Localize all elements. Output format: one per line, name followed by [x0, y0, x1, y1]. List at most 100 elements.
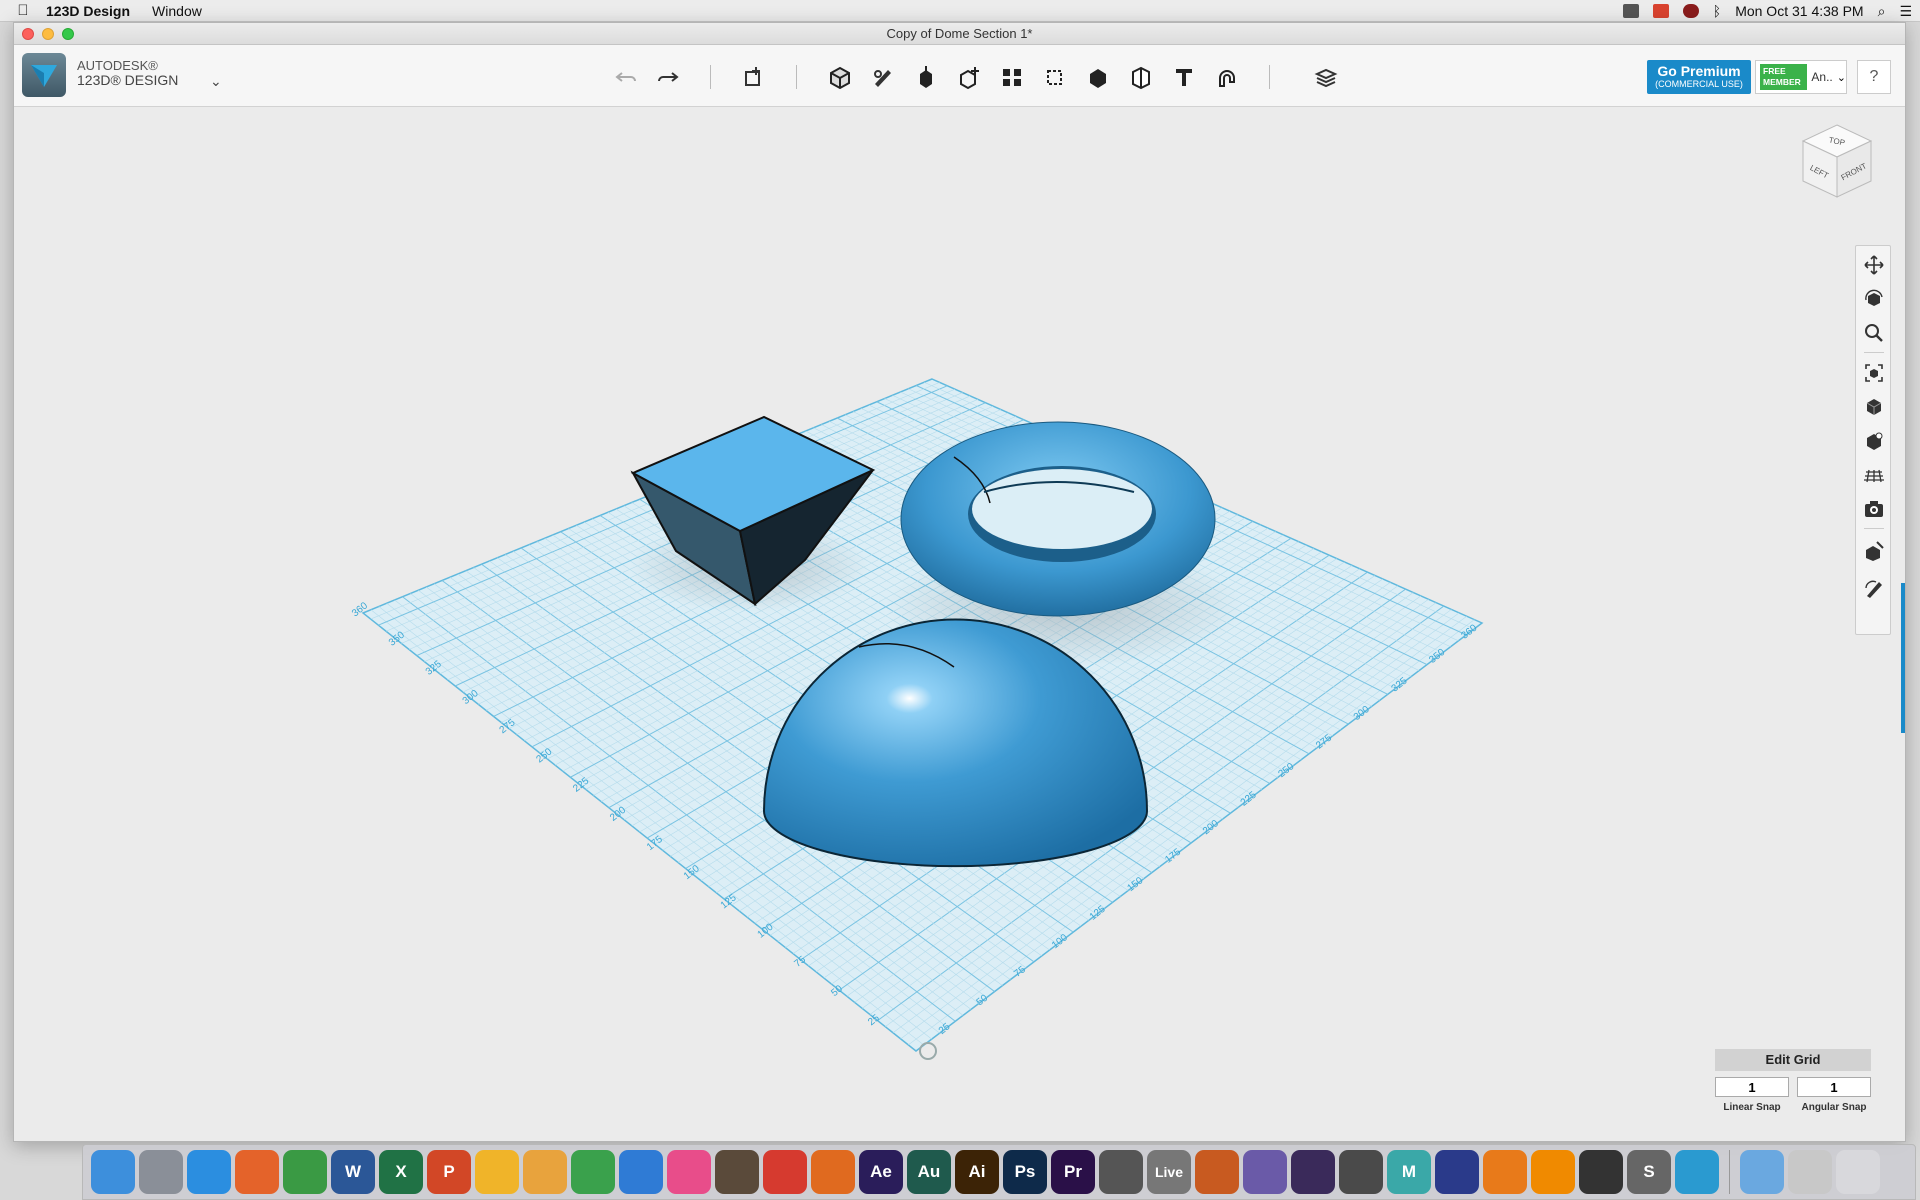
combine-button[interactable]: [1083, 63, 1113, 91]
dock-chrome-icon[interactable]: [283, 1150, 327, 1194]
visibility-button[interactable]: [1861, 428, 1887, 454]
dock-123d-design-icon[interactable]: [1675, 1150, 1719, 1194]
measure-button[interactable]: [1126, 63, 1156, 91]
dock-safari-icon[interactable]: [187, 1150, 231, 1194]
view-cube[interactable]: TOP LEFT FRONT: [1797, 119, 1877, 203]
notification-center-icon[interactable]: ☰: [1899, 3, 1912, 20]
view-mode-button[interactable]: [1861, 394, 1887, 420]
app-logo-icon[interactable]: [22, 53, 66, 97]
dock-reason-icon[interactable]: [1195, 1150, 1239, 1194]
dock-launchpad-icon[interactable]: [139, 1150, 183, 1194]
spotlight-icon[interactable]: ⌕: [1878, 3, 1886, 20]
grouping-button[interactable]: [1040, 63, 1070, 91]
dock-final-cut-icon[interactable]: [1099, 1150, 1143, 1194]
dock-motion-icon[interactable]: [1339, 1150, 1383, 1194]
dock-vlc-icon[interactable]: [1531, 1150, 1575, 1194]
go-premium-button[interactable]: Go Premium (COMMERCIAL USE): [1647, 60, 1751, 94]
clock[interactable]: Mon Oct 31 4:38 PM: [1735, 3, 1863, 19]
tray-office-icon[interactable]: [1652, 4, 1669, 18]
dock-ableton-live-icon[interactable]: Live: [1147, 1150, 1191, 1194]
screenshot-button[interactable]: [1861, 496, 1887, 522]
dock-photos-icon[interactable]: [475, 1150, 519, 1194]
sketch-button[interactable]: [868, 63, 898, 91]
material-button[interactable]: [1861, 538, 1887, 564]
dock-garageband-icon[interactable]: [715, 1150, 759, 1194]
premium-label: Go Premium: [1657, 63, 1741, 79]
fit-button[interactable]: [1861, 360, 1887, 386]
dock-powerpoint-icon[interactable]: P: [427, 1150, 471, 1194]
dock-excel-icon[interactable]: X: [379, 1150, 423, 1194]
tray-app-icon[interactable]: [1622, 4, 1639, 18]
dock-audition-icon[interactable]: Au: [907, 1150, 951, 1194]
linear-snap-input[interactable]: [1715, 1077, 1789, 1097]
app-menu-chevron-icon[interactable]: ⌄: [210, 73, 222, 90]
tray-shield-icon[interactable]: [1682, 4, 1699, 18]
status-tray: ᛒ Mon Oct 31 4:38 PM ⌕ ☰: [1622, 0, 1912, 22]
edit-grid-button[interactable]: Edit Grid: [1715, 1049, 1871, 1071]
menu-window[interactable]: Window: [152, 3, 202, 19]
pan-button[interactable]: [1861, 252, 1887, 278]
dock-firefox-icon[interactable]: [235, 1150, 279, 1194]
dock-pages-icon[interactable]: [523, 1150, 567, 1194]
dock-trash-icon[interactable]: [1836, 1150, 1880, 1194]
construct-button[interactable]: [911, 63, 941, 91]
apple-menu-icon[interactable]: : [0, 2, 46, 19]
dock-word-icon[interactable]: W: [331, 1150, 375, 1194]
zoom-window-button[interactable]: [62, 28, 74, 40]
dock-maya-icon[interactable]: M: [1387, 1150, 1431, 1194]
badge-line-2: MEMBER: [1763, 77, 1801, 87]
account-chevron-icon: ⌄: [1836, 71, 1846, 84]
viewport-canvas[interactable]: 360 350 325 300 275 250 225 200 175 150 125 100 75 50…: [14, 107, 1905, 1141]
brand-text: AUTODESK® 123D® DESIGN: [77, 58, 178, 88]
toolbar-divider: [796, 65, 797, 89]
dock-scrivener-icon[interactable]: S: [1627, 1150, 1671, 1194]
dock-downloads-icon[interactable]: [1740, 1150, 1784, 1194]
transform-button[interactable]: [739, 63, 769, 91]
close-window-button[interactable]: [22, 28, 34, 40]
scene-svg: 3603503253002752502252001751501251007550…: [350, 378, 1484, 1060]
modify-button[interactable]: [954, 63, 984, 91]
toolbar-divider: [1269, 65, 1270, 89]
navigation-bar: [1855, 245, 1891, 635]
dock-piano-icon[interactable]: [1579, 1150, 1623, 1194]
text-button[interactable]: [1169, 63, 1199, 91]
orbit-button[interactable]: [1861, 286, 1887, 312]
grid-toggle-button[interactable]: [1861, 462, 1887, 488]
dock-photoshop-icon[interactable]: Ps: [1003, 1150, 1047, 1194]
primitives-button[interactable]: [825, 63, 855, 91]
zoom-button[interactable]: [1861, 320, 1887, 346]
dock-itunes-icon[interactable]: [667, 1150, 711, 1194]
window-title: Copy of Dome Section 1*: [886, 26, 1033, 41]
menu-bar:  123D Design Window ᛒ Mon Oct 31 4:38 P…: [0, 0, 1920, 22]
redo-button[interactable]: [653, 63, 683, 91]
dock-premiere-icon[interactable]: Pr: [1051, 1150, 1095, 1194]
grid-origin-icon: [919, 1042, 937, 1060]
side-panel-handle[interactable]: [1901, 583, 1905, 733]
account-menu[interactable]: FREE MEMBER An.. ⌄: [1755, 60, 1847, 94]
help-button[interactable]: ?: [1857, 60, 1891, 94]
dock-finder-icon[interactable]: [91, 1150, 135, 1194]
dock-illustrator-icon[interactable]: Ai: [955, 1150, 999, 1194]
snap-button[interactable]: [1212, 63, 1242, 91]
badge-line-1: FREE: [1763, 66, 1786, 76]
pattern-button[interactable]: [997, 63, 1027, 91]
premium-sublabel: (COMMERCIAL USE): [1655, 79, 1743, 89]
dock-preview-icon[interactable]: [1788, 1150, 1832, 1194]
dock-numbers-icon[interactable]: [571, 1150, 615, 1194]
dock-matlab-icon[interactable]: [811, 1150, 855, 1194]
edit-button[interactable]: [1861, 576, 1887, 602]
bluetooth-icon[interactable]: ᛒ: [1713, 3, 1721, 19]
dock-headphones-icon[interactable]: [1435, 1150, 1479, 1194]
angular-snap-input[interactable]: [1797, 1077, 1871, 1097]
torus-shape[interactable]: [900, 421, 1216, 617]
materials-button[interactable]: [1311, 63, 1341, 91]
dock-keynote-icon[interactable]: [619, 1150, 663, 1194]
undo-button[interactable]: [611, 63, 641, 91]
dock-pro-tools-icon[interactable]: [1291, 1150, 1335, 1194]
menu-app-name[interactable]: 123D Design: [46, 3, 130, 19]
dock-after-effects-icon[interactable]: Ae: [859, 1150, 903, 1194]
dock-sketchup-icon[interactable]: [763, 1150, 807, 1194]
dock-audacity-icon[interactable]: [1483, 1150, 1527, 1194]
minimize-window-button[interactable]: [42, 28, 54, 40]
dock-potion-icon[interactable]: [1243, 1150, 1287, 1194]
